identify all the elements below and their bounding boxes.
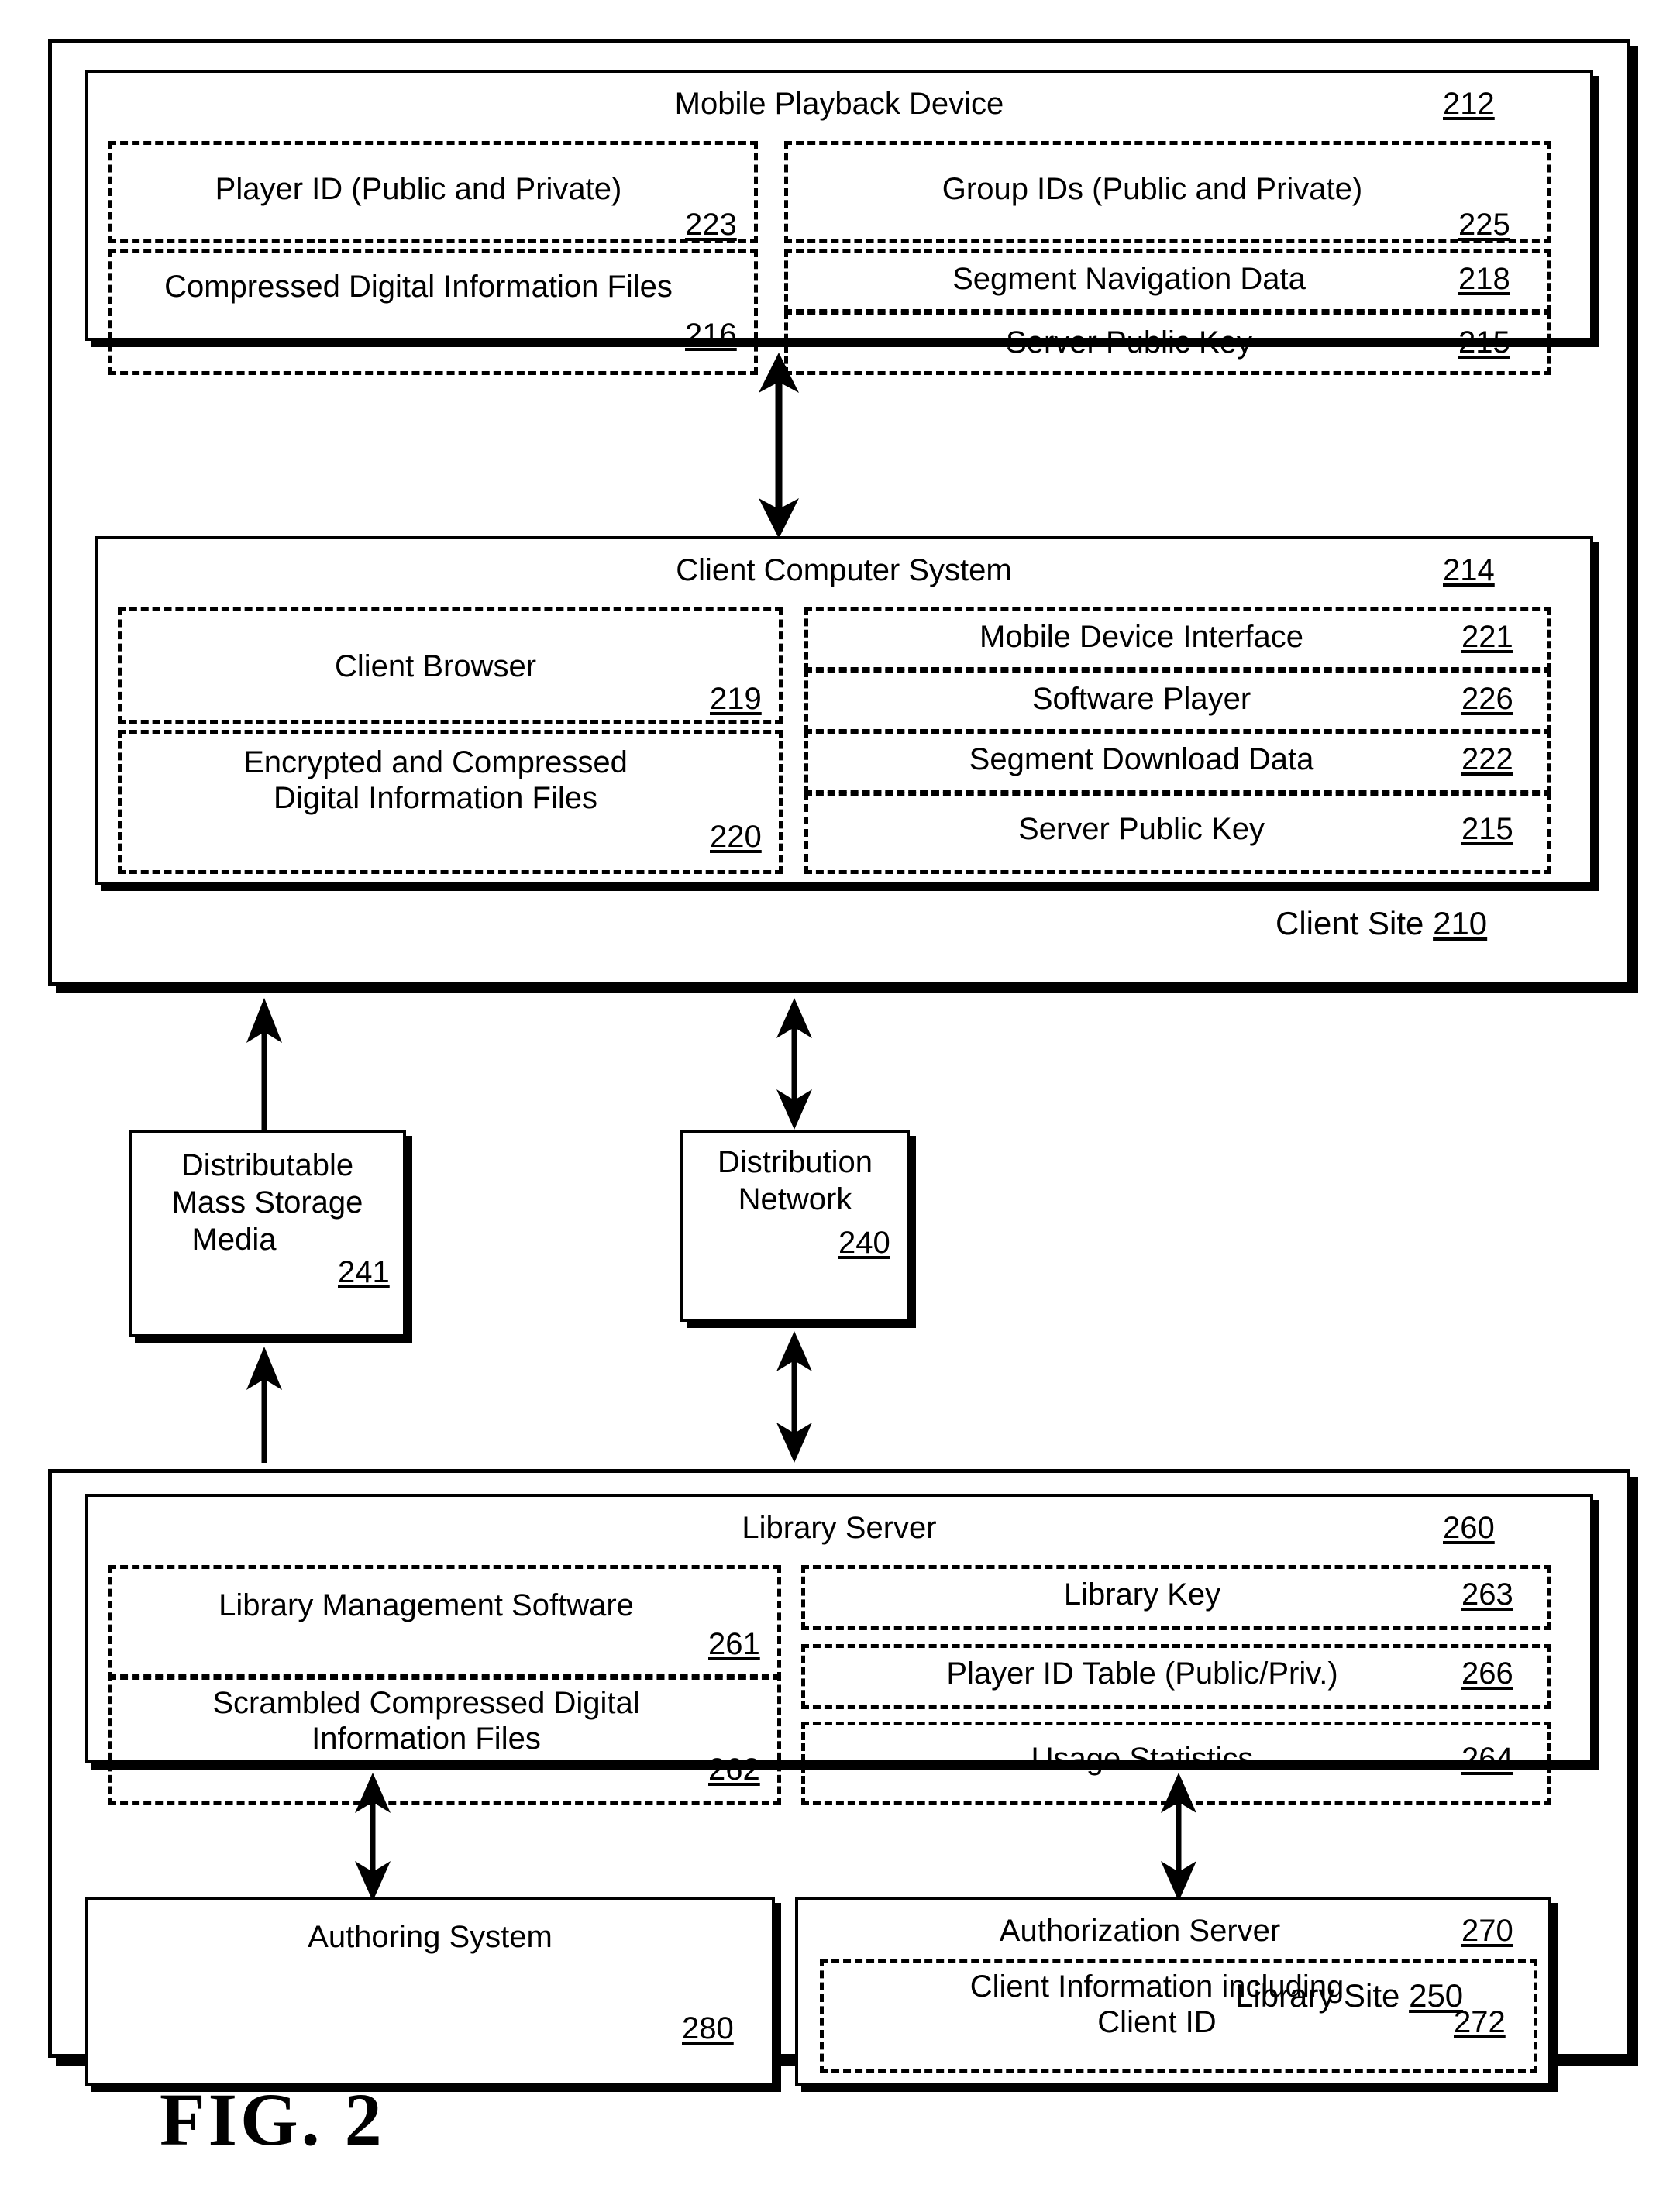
- group-ids-label: Group IDs (Public and Private): [942, 172, 1363, 206]
- authoring-system-title: Authoring System: [308, 1920, 553, 1954]
- mobile-playback-device-ref: 212: [1443, 87, 1495, 121]
- arrow-media-to-client-site: [237, 998, 291, 1130]
- client-site-caption-ref: 210: [1433, 905, 1488, 941]
- segment-download-data-ref: 222: [1461, 742, 1513, 776]
- library-site-caption: Library Site 250: [1235, 1977, 1463, 2014]
- library-key-label: Library Key: [1063, 1577, 1221, 1612]
- client-site-caption: Client Site 210: [1275, 905, 1487, 942]
- authoring-system-ref: 280: [682, 2011, 734, 2045]
- library-server-title: Library Server: [742, 1511, 937, 1545]
- library-key-ref: 263: [1461, 1577, 1513, 1612]
- library-server-ref: 260: [1443, 1511, 1495, 1545]
- library-site-caption-ref: 250: [1409, 1977, 1464, 2014]
- compressed-digital-information-files-box: [108, 249, 758, 375]
- segment-navigation-data-label: Segment Navigation Data: [952, 262, 1306, 296]
- encrypted-compressed-files-label-line2: Digital Information Files: [274, 781, 597, 815]
- distributable-mass-storage-media-line3: Media: [191, 1223, 277, 1257]
- distribution-network-line2: Network: [738, 1182, 852, 1216]
- usage-statistics-label: Usage Statistics: [1031, 1742, 1254, 1776]
- authorization-server-ref: 270: [1461, 1914, 1513, 1948]
- player-id-label: Player ID (Public and Private): [215, 172, 622, 206]
- software-player-label: Software Player: [1031, 682, 1251, 716]
- server-public-key-ccs-ref: 215: [1461, 812, 1513, 846]
- library-site-caption-label: Library Site: [1235, 1977, 1400, 2014]
- arrow-mobile-to-client: [748, 353, 810, 538]
- player-id-table-ref: 266: [1461, 1656, 1513, 1691]
- library-management-software-ref: 261: [708, 1627, 760, 1661]
- segment-download-data-label: Segment Download Data: [969, 742, 1314, 776]
- client-browser-ref: 219: [710, 682, 762, 716]
- server-public-key-mpd-label: Server Public Key: [1006, 325, 1252, 360]
- server-public-key-ccs-label: Server Public Key: [1018, 812, 1265, 846]
- group-ids-ref: 225: [1458, 208, 1510, 242]
- distributable-mass-storage-media-line1: Distributable: [181, 1148, 354, 1182]
- arrow-network-to-client-site: [767, 998, 821, 1130]
- arrow-library-to-network: [767, 1331, 821, 1463]
- player-id-ref: 223: [685, 208, 737, 242]
- arrow-library-to-media: [237, 1347, 291, 1463]
- client-computer-system-ref: 214: [1443, 553, 1495, 587]
- authorization-server-title: Authorization Server: [999, 1914, 1281, 1948]
- distributable-mass-storage-media-ref: 241: [338, 1255, 390, 1289]
- distribution-network-line1: Distribution: [717, 1145, 873, 1179]
- scrambled-compressed-files-label-line2: Information Files: [312, 1722, 541, 1756]
- player-id-table-label: Player ID Table (Public/Priv.): [946, 1656, 1338, 1691]
- library-management-software-label: Library Management Software: [219, 1588, 634, 1622]
- arrow-library-to-authorization: [1152, 1773, 1206, 1901]
- compressed-digital-information-files-label: Compressed Digital Information Files: [164, 270, 673, 304]
- segment-navigation-data-ref: 218: [1458, 262, 1510, 296]
- software-player-ref: 226: [1461, 682, 1513, 716]
- arrow-library-to-authoring: [346, 1773, 400, 1901]
- compressed-digital-information-files-ref: 216: [685, 318, 737, 352]
- distribution-network-ref: 240: [838, 1226, 890, 1260]
- encrypted-compressed-files-label-line1: Encrypted and Compressed: [243, 745, 628, 779]
- server-public-key-mpd-ref: 215: [1458, 325, 1510, 360]
- scrambled-compressed-files-ref: 262: [708, 1753, 760, 1787]
- usage-statistics-ref: 264: [1461, 1742, 1513, 1776]
- client-computer-system-title: Client Computer System: [676, 553, 1012, 587]
- distributable-mass-storage-media-line2: Mass Storage: [171, 1185, 363, 1220]
- scrambled-compressed-files-label-line1: Scrambled Compressed Digital: [212, 1686, 640, 1720]
- mobile-playback-device-title: Mobile Playback Device: [674, 87, 1004, 121]
- encrypted-compressed-files-ref: 220: [710, 820, 762, 854]
- mobile-device-interface-ref: 221: [1461, 620, 1513, 654]
- client-browser-label: Client Browser: [334, 649, 537, 683]
- mobile-device-interface-label: Mobile Device Interface: [979, 620, 1303, 654]
- client-site-caption-label: Client Site: [1275, 905, 1424, 941]
- figure-caption: FIG. 2: [160, 2078, 385, 2161]
